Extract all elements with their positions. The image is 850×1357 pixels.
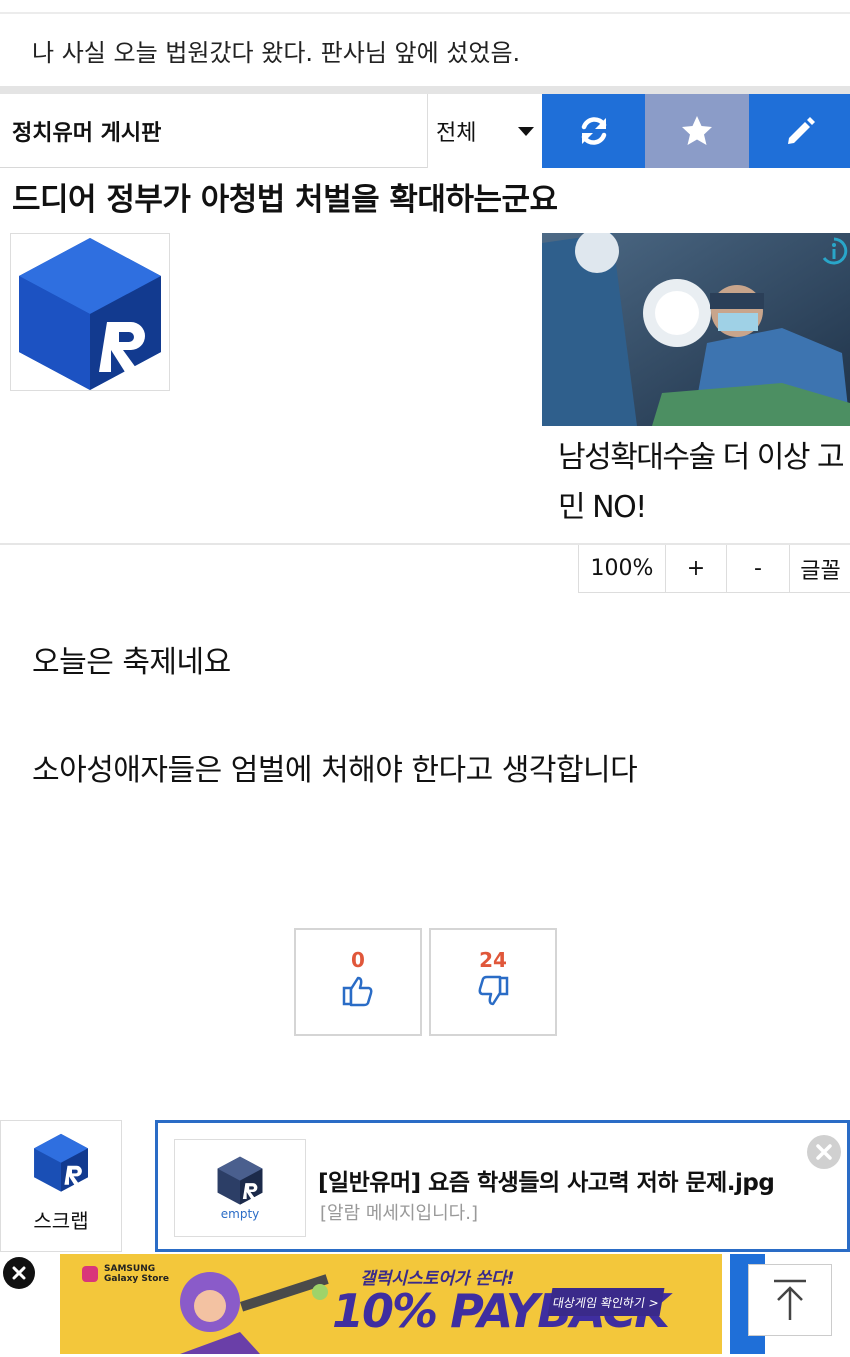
- thumbs-up-icon: [342, 976, 373, 1007]
- bottom-ad: SAMSUNG Galaxy Store 갤럭시스토어가 쏜다! 10% PAY…: [0, 1254, 850, 1357]
- store-name: Galaxy Store: [104, 1274, 169, 1284]
- alarm-title[interactable]: [일반유머] 요즘 학생들의 사고력 저하 문제.jpg: [318, 1163, 775, 1197]
- logo-cube-icon: [34, 1133, 88, 1192]
- store-brand: SAMSUNG: [104, 1264, 156, 1274]
- category-select[interactable]: 전체: [428, 94, 542, 168]
- notice-text[interactable]: 나 사실 오늘 법원갔다 왔다. 판사님 앞에 섰었음.: [32, 33, 520, 68]
- scroll-top-button[interactable]: [748, 1264, 832, 1336]
- game-character-image: [180, 1272, 329, 1354]
- logo-cube-icon: [217, 1156, 263, 1205]
- ad-image[interactable]: [542, 233, 850, 426]
- scrap-label: 스크랩: [33, 1209, 89, 1233]
- refresh-icon: [581, 117, 606, 145]
- top-divider: [0, 0, 850, 14]
- board-title[interactable]: 정치유머 게시판: [0, 94, 428, 168]
- toolbar-item[interactable]: [122, 1120, 158, 1252]
- refresh-button[interactable]: [542, 94, 645, 168]
- downvote-button[interactable]: 24: [429, 928, 557, 1036]
- post-title: 드디어 정부가 아청법 처벌을 확대하는군요: [12, 182, 558, 218]
- font-increase-button[interactable]: +: [665, 545, 726, 592]
- zoom-level: 100%: [579, 545, 665, 592]
- caret-down-icon: [518, 127, 534, 136]
- alarm-subtitle: [알람 메세지입니다.]: [320, 1203, 478, 1224]
- upvote-button[interactable]: 0: [294, 928, 422, 1036]
- board-toolbar: 정치유머 게시판 전체: [0, 94, 850, 168]
- site-logo: [10, 233, 170, 391]
- alarm-thumbnail: empty: [174, 1139, 306, 1237]
- notice-bar[interactable]: 나 사실 오늘 법원갔다 왔다. 판사님 앞에 섰었음.: [0, 14, 850, 86]
- post-body: 오늘은 축제네요 소아성애자들은 엄벌에 처해야 한다고 생각합니다: [32, 640, 638, 856]
- ad-banner[interactable]: SAMSUNG Galaxy Store 갤럭시스토어가 쏜다! 10% PAY…: [60, 1254, 722, 1354]
- category-selected-value: 전체: [436, 121, 477, 146]
- thumbnail-empty-label: empty: [220, 1207, 260, 1221]
- font-tools: 100% + - 글꼴: [578, 545, 850, 593]
- star-icon: [682, 116, 712, 145]
- close-icon[interactable]: [3, 1257, 35, 1289]
- font-decrease-button[interactable]: -: [726, 545, 789, 592]
- galaxy-store-logo: SAMSUNG Galaxy Store: [82, 1264, 169, 1284]
- font-select-button[interactable]: 글꼴: [789, 545, 850, 592]
- downvote-count: 24: [479, 948, 507, 972]
- post-paragraph: 오늘은 축제네요: [32, 645, 231, 680]
- write-button[interactable]: [749, 94, 850, 168]
- ad-info-icon[interactable]: [820, 237, 848, 265]
- pencil-icon: [787, 117, 815, 144]
- section-divider: [0, 86, 850, 94]
- scrap-button[interactable]: 스크랩: [0, 1120, 122, 1252]
- post-paragraph: 소아성애자들은 엄벌에 처해야 한다고 생각합니다: [32, 753, 638, 788]
- store-bag-icon: [82, 1266, 98, 1282]
- ad-text[interactable]: 남성확대수술 더 이상 고민 NO!: [558, 433, 850, 533]
- alarm-popup[interactable]: empty [일반유머] 요즘 학생들의 사고력 저하 문제.jpg [알람 메…: [155, 1120, 850, 1252]
- logo-cube-icon: [19, 238, 161, 390]
- upvote-count: 0: [351, 948, 365, 972]
- thumbs-down-icon: [478, 975, 509, 1006]
- close-icon[interactable]: [807, 1135, 841, 1169]
- arrow-up-icon: [774, 1279, 806, 1320]
- banner-cta-button[interactable]: 대상게임 확인하기 >: [547, 1288, 665, 1316]
- ad-block[interactable]: 남성확대수술 더 이상 고민 NO!: [542, 233, 850, 543]
- favorite-button[interactable]: [645, 94, 749, 168]
